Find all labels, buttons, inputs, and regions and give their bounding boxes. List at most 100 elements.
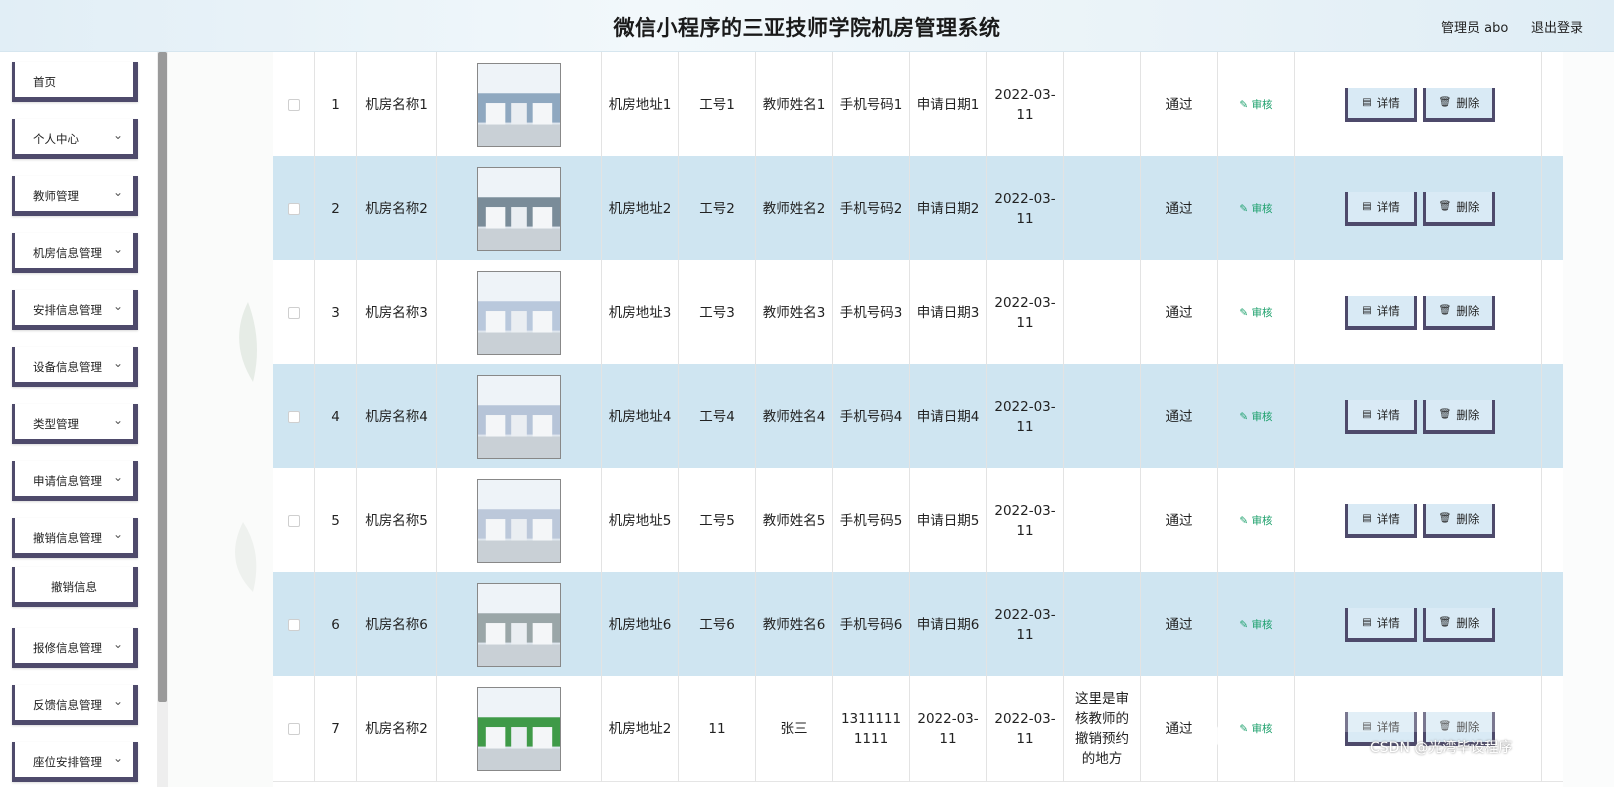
apply_date-text: 申请日期3 <box>916 305 980 321</box>
cell-remark: 这里是审核教师的撤销预约的地方 <box>1064 676 1141 782</box>
sidebar-item-6[interactable]: 类型管理 ⌄ <box>12 404 138 444</box>
index-text: 1 <box>331 97 340 113</box>
phone-text: 手机号码1 <box>839 97 903 113</box>
cell-actions: ▤ 详情 🗑 删除 <box>1295 156 1542 262</box>
sidebar-item-5[interactable]: 设备信息管理 ⌄ <box>12 347 138 387</box>
audit-link[interactable]: ✎ 审核 <box>1239 95 1272 115</box>
detail-label: 详情 <box>1376 616 1400 630</box>
address-text: 机房地址6 <box>608 617 672 633</box>
delete-button[interactable]: 🗑 删除 <box>1423 608 1495 642</box>
detail-button[interactable]: ▤ 详情 <box>1345 296 1417 330</box>
date-text: 2022-03-11 <box>994 87 1056 123</box>
sidebar-item-12[interactable]: 座位安排管理 ⌄ <box>12 742 138 782</box>
cell-date: 2022-03-11 <box>987 364 1064 470</box>
cell-audit: ✎ 审核 <box>1218 260 1295 366</box>
detail-button[interactable]: ▤ 详情 <box>1345 88 1417 122</box>
detail-button[interactable]: ▤ 详情 <box>1345 192 1417 226</box>
room_name-text: 机房名称2 <box>365 721 428 737</box>
row-checkbox[interactable] <box>287 307 300 319</box>
date-text: 2022-03-11 <box>994 399 1056 435</box>
sidebar-item-2[interactable]: 教师管理 ⌄ <box>12 176 138 216</box>
cell-status: 通过 <box>1141 364 1218 470</box>
sidebar-item-1[interactable]: 个人中心 ⌄ <box>12 119 138 159</box>
chevron-down-icon: ⌄ <box>112 299 123 313</box>
data-table: 1 机房名称1 机房地址1 工号1 教师姓名1 手机号码1 申请日期1 2022-03-11 通… <box>273 52 1563 787</box>
cell-audit: ✎ 审核 <box>1218 52 1295 158</box>
cell-date: 2022-03-11 <box>987 468 1064 574</box>
row-checkbox[interactable] <box>287 723 300 735</box>
sidebar-item-9[interactable]: 撤销信息 <box>12 567 138 607</box>
sidebar-item-7[interactable]: 申请信息管理 ⌄ <box>12 461 138 501</box>
detail-label: 详情 <box>1376 512 1400 526</box>
detail-button[interactable]: ▤ 详情 <box>1345 504 1417 538</box>
index-text: 6 <box>331 617 340 633</box>
edit-icon: ✎ <box>1239 411 1252 423</box>
detail-button[interactable]: ▤ 详情 <box>1345 608 1417 642</box>
phone-text: 手机号码3 <box>839 305 903 321</box>
date-text: 2022-03-11 <box>994 503 1056 539</box>
address-text: 机房地址3 <box>608 305 672 321</box>
row-checkbox[interactable] <box>287 203 300 215</box>
audit-link[interactable]: ✎ 审核 <box>1239 615 1272 635</box>
detail-label: 详情 <box>1376 96 1400 110</box>
audit-link[interactable]: ✎ 审核 <box>1239 407 1272 427</box>
page-title: 微信小程序的三亚技师学院机房管理系统 <box>613 16 1001 40</box>
sidebar-item-4[interactable]: 安排信息管理 ⌄ <box>12 290 138 330</box>
detail-label: 详情 <box>1376 408 1400 422</box>
phone-text: 手机号码2 <box>839 201 903 217</box>
sidebar-item-label: 撤销信息 <box>51 580 97 594</box>
cell-phone: 手机号码4 <box>833 364 910 470</box>
cell-photo <box>437 364 602 470</box>
cell-address: 机房地址1 <box>602 52 679 158</box>
right-margin <box>1563 52 1614 787</box>
sidebar-item-0[interactable]: 首页 <box>12 62 138 102</box>
audit-link[interactable]: ✎ 审核 <box>1239 303 1272 323</box>
row-checkbox[interactable] <box>287 619 300 631</box>
cell-apply_date: 申请日期3 <box>910 260 987 366</box>
sidebar-item-11[interactable]: 反馈信息管理 ⌄ <box>12 685 138 725</box>
sidebar-item-10[interactable]: 报修信息管理 ⌄ <box>12 628 138 668</box>
sidebar-item-label: 机房信息管理 <box>33 246 102 260</box>
delete-button[interactable]: 🗑 删除 <box>1423 400 1495 434</box>
row-checkbox[interactable] <box>287 411 300 423</box>
apply_date-text: 申请日期2 <box>916 201 980 217</box>
top-header: 微信小程序的三亚技师学院机房管理系统 管理员 abo 退出登录 <box>0 0 1614 52</box>
chevron-down-icon: ⌄ <box>112 242 123 256</box>
audit-link[interactable]: ✎ 审核 <box>1239 199 1272 219</box>
audit-link[interactable]: ✎ 审核 <box>1239 511 1272 531</box>
edit-icon: ✎ <box>1239 619 1252 631</box>
sidebar-scrollbar-thumb[interactable] <box>158 52 167 702</box>
detail-button[interactable]: ▤ 详情 <box>1345 400 1417 434</box>
row-checkbox[interactable] <box>287 515 300 527</box>
chevron-down-icon: ⌄ <box>112 128 123 142</box>
cell-phone: 手机号码3 <box>833 260 910 366</box>
row-checkbox[interactable] <box>287 99 300 111</box>
cell-address: 机房地址6 <box>602 572 679 678</box>
audit-label: 审核 <box>1251 619 1273 631</box>
apply_date-text: 申请日期6 <box>916 617 980 633</box>
edit-icon: ✎ <box>1239 99 1252 111</box>
delete-button[interactable]: 🗑 删除 <box>1423 192 1495 226</box>
sidebar-item-3[interactable]: 机房信息管理 ⌄ <box>12 233 138 273</box>
cell-address: 机房地址3 <box>602 260 679 366</box>
delete-button[interactable]: 🗑 删除 <box>1423 296 1495 330</box>
teacher-text: 教师姓名2 <box>762 201 826 217</box>
cell-audit: ✎ 审核 <box>1218 468 1295 574</box>
cell-photo <box>437 468 602 574</box>
cell-date: 2022-03-11 <box>987 52 1064 158</box>
delete-button[interactable]: 🗑 删除 <box>1423 504 1495 538</box>
cell-phone: 手机号码6 <box>833 572 910 678</box>
cell-room_name: 机房名称2 <box>357 676 437 782</box>
cell-actions: ▤ 详情 🗑 删除 <box>1295 468 1542 574</box>
teacher-text: 张三 <box>780 721 808 737</box>
remark-text: 这里是审核教师的撤销预约的地方 <box>1075 691 1129 767</box>
cell-teacher: 教师姓名3 <box>756 260 833 366</box>
cell-date: 2022-03-11 <box>987 572 1064 678</box>
sidebar-item-label: 撤销信息管理 <box>33 531 102 545</box>
delete-button[interactable]: 🗑 删除 <box>1423 88 1495 122</box>
logout-link[interactable]: 退出登录 <box>1531 17 1583 36</box>
date-text: 2022-03-11 <box>994 711 1056 747</box>
sidebar-item-8[interactable]: 撤销信息管理 ⌄ <box>12 518 138 558</box>
teacher-text: 教师姓名5 <box>762 513 826 529</box>
job_no-text: 工号3 <box>699 305 735 321</box>
